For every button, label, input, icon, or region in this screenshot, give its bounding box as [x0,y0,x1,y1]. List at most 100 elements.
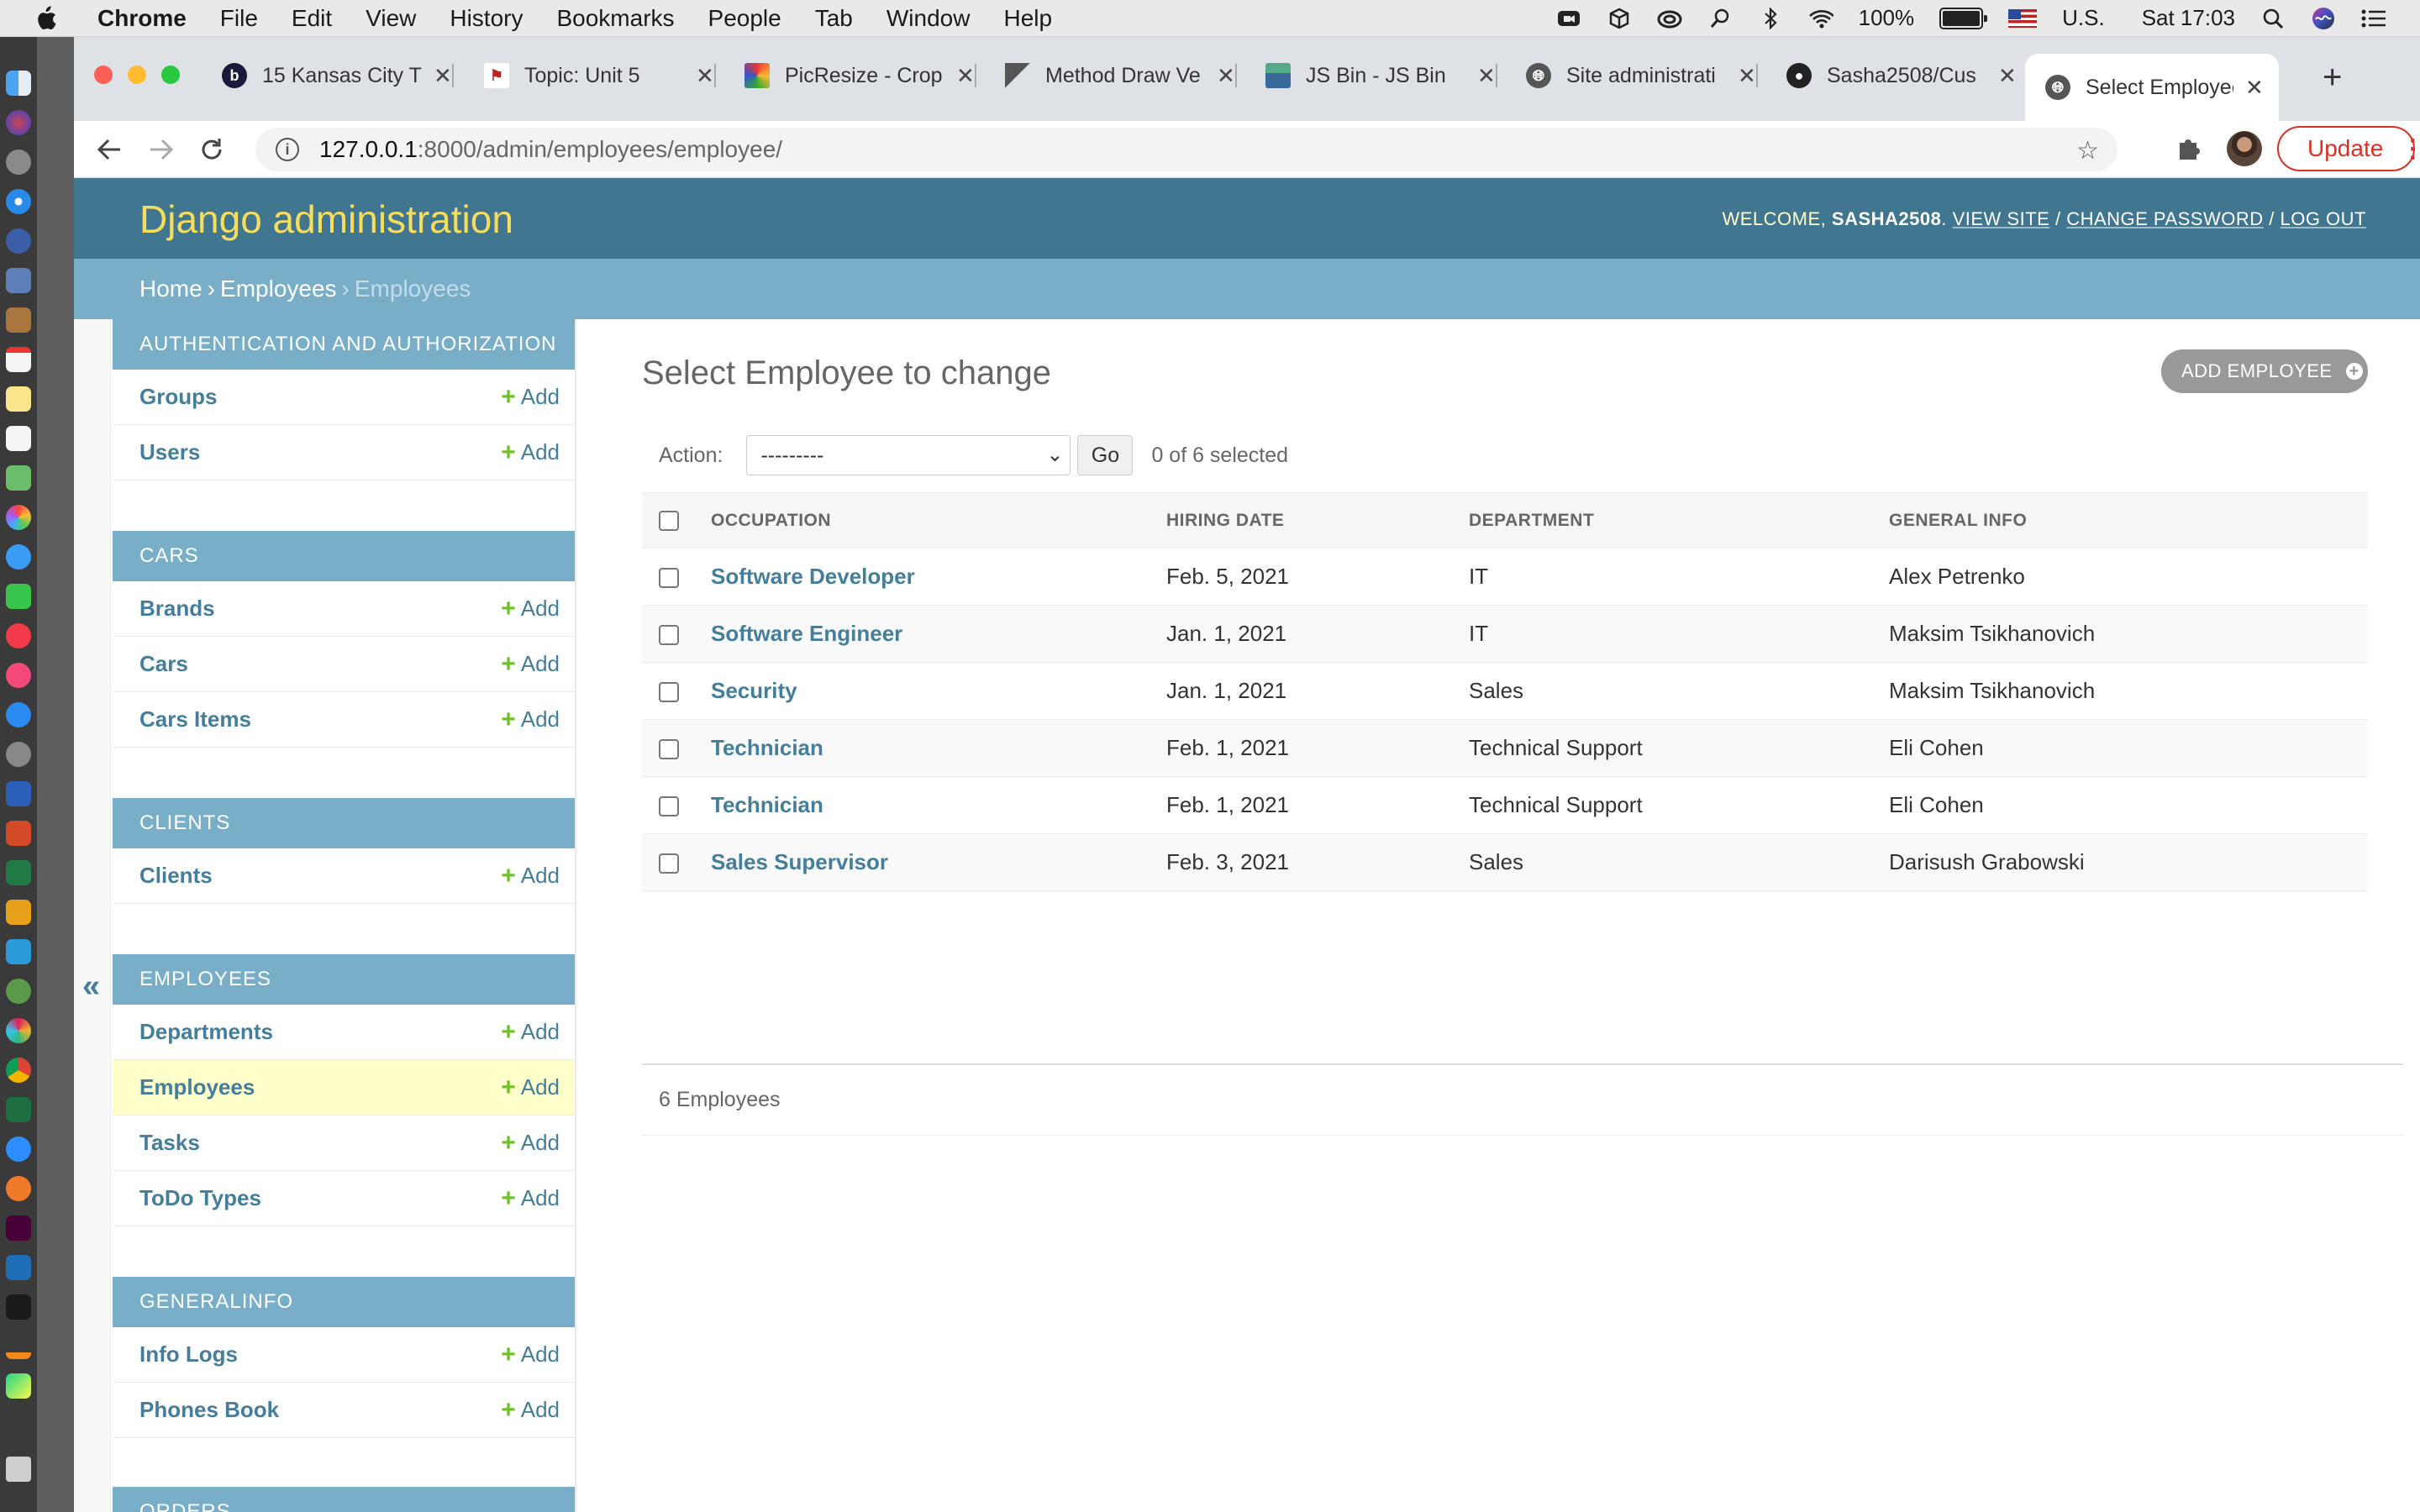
close-icon[interactable]: ✕ [956,63,975,89]
tab-select-employee[interactable]: 🌐︎ Select Employee ✕ [2025,54,2279,121]
site-name[interactable]: Django administration [139,197,513,242]
search-extension-icon[interactable] [1707,7,1733,30]
siri-icon[interactable] [2311,7,2336,30]
occupation-link[interactable]: Technician [711,719,1166,777]
bookmark-star-icon[interactable]: ☆ [2076,136,2099,165]
add-link[interactable]: + Add [501,438,560,467]
word-icon[interactable] [6,781,31,806]
spotlight-icon[interactable] [2260,7,2286,30]
model-link[interactable]: ToDo Types [139,1185,261,1211]
apple-icon[interactable] [34,5,59,31]
logout-link[interactable]: LOG OUT [2280,208,2366,229]
tab-method-draw[interactable]: Method Draw Ve ✕ [1005,54,1237,97]
update-button[interactable]: Update ⋮ [2277,126,2420,171]
row-checkbox[interactable] [659,739,679,760]
system-preferences-icon[interactable] [6,742,31,767]
menubar-clock[interactable]: Sat 17:03 [2142,5,2235,31]
menu-edit[interactable]: Edit [292,5,332,32]
action-select[interactable]: --------- ⌄ [746,435,1071,475]
app-store-icon[interactable] [6,702,31,727]
tab-js-bin[interactable]: JS Bin - JS Bin ✕ [1265,54,1497,97]
menu-file[interactable]: File [220,5,258,32]
trash-icon[interactable] [6,1457,31,1482]
tab-kansas-city[interactable]: b 15 Kansas City T ✕ [222,54,454,97]
close-window-button[interactable] [94,66,113,84]
occupation-link[interactable]: Technician [711,776,1166,834]
excel-dock-icon[interactable] [6,860,31,885]
excel-icon[interactable] [6,1097,31,1122]
reminders-icon[interactable] [6,426,31,451]
column-header-department[interactable]: DEPARTMENT [1469,492,1889,549]
photos-icon[interactable] [6,505,31,530]
battery-icon[interactable] [1939,7,1988,29]
messages-icon[interactable] [6,544,31,570]
menu-bookmarks[interactable]: Bookmarks [556,5,674,32]
input-source-label[interactable]: U.S. [2062,5,2105,31]
close-icon[interactable]: ✕ [696,63,714,89]
server-icon[interactable] [6,979,31,1004]
add-link[interactable]: + Add [501,1184,560,1213]
add-employee-button[interactable]: ADD EMPLOYEE + [2161,349,2368,393]
pycharm-icon[interactable] [6,1373,31,1399]
back-button[interactable] [92,133,126,166]
tab-picresize[interactable]: PicResize - Crop ✕ [744,54,976,97]
change-password-link[interactable]: CHANGE PASSWORD [2066,208,2263,229]
row-checkbox[interactable] [659,853,679,874]
more-menu-icon[interactable]: ⋮ [2400,134,2420,164]
model-link[interactable]: Groups [139,384,217,410]
close-icon[interactable]: ✕ [1998,63,2017,89]
add-link[interactable]: + Add [501,862,560,890]
add-link[interactable]: + Add [501,706,560,734]
row-checkbox[interactable] [659,625,679,646]
breadcrumb-app[interactable]: Employees [220,276,337,302]
model-link[interactable]: Cars Items [139,706,251,732]
calendar-icon[interactable] [6,347,31,372]
module-caption[interactable]: EMPLOYEES [113,954,575,1005]
music-icon[interactable] [6,663,31,688]
compass-icon[interactable] [6,1176,31,1201]
safari-icon[interactable] [6,189,31,214]
breadcrumb-home[interactable]: Home [139,276,203,302]
row-checkbox[interactable] [659,568,679,589]
tab-github[interactable]: ● Sasha2508/Cus ✕ [1786,54,2017,97]
close-icon[interactable]: ✕ [1217,63,1235,89]
occupation-link[interactable]: Security [711,662,1166,720]
siri-dock-icon[interactable] [6,110,31,135]
module-caption[interactable]: CARS [113,531,575,581]
chrome-dock-icon[interactable] [6,1058,31,1083]
column-header-occupation[interactable]: OCCUPATION [711,492,1166,549]
add-link[interactable]: + Add [501,595,560,623]
module-caption[interactable]: GENERALINFO [113,1277,575,1327]
column-header-general-info[interactable]: GENERAL INFO [1889,492,2368,549]
facetime-icon[interactable] [6,584,31,609]
launchpad-icon[interactable] [6,150,31,175]
model-link[interactable]: Tasks [139,1130,200,1156]
info-icon[interactable]: i [276,138,299,161]
bbedit-icon[interactable] [6,228,31,254]
model-link[interactable]: Phones Book [139,1397,279,1423]
module-caption[interactable]: CLIENTS [113,798,575,848]
profile-avatar[interactable] [2227,131,2262,166]
add-link[interactable]: + Add [501,1074,560,1102]
creative-cloud-icon[interactable] [1657,7,1682,30]
close-icon[interactable]: ✕ [1477,63,1496,89]
row-checkbox[interactable] [659,682,679,703]
finder-icon[interactable] [6,71,31,96]
adobe-xd-icon[interactable] [6,1215,31,1241]
box-icon[interactable] [1607,7,1632,30]
occupation-link[interactable]: Sales Supervisor [711,833,1166,891]
lync-icon[interactable] [6,939,31,964]
menu-tab[interactable]: Tab [815,5,853,32]
control-center-icon[interactable] [2361,7,2386,30]
slack-icon[interactable] [6,1018,31,1043]
vscode-icon[interactable] [6,1255,31,1280]
notes-book-icon[interactable] [6,307,31,333]
maps-icon[interactable] [6,465,31,491]
model-link[interactable]: Cars [139,651,188,677]
add-link[interactable]: + Add [501,1129,560,1158]
preview-icon[interactable] [6,268,31,293]
zoom-dock-icon[interactable] [6,1137,31,1162]
close-icon[interactable]: ✕ [1738,63,1756,89]
module-caption[interactable]: ORDERS [113,1487,575,1512]
close-icon[interactable]: ✕ [434,63,452,89]
